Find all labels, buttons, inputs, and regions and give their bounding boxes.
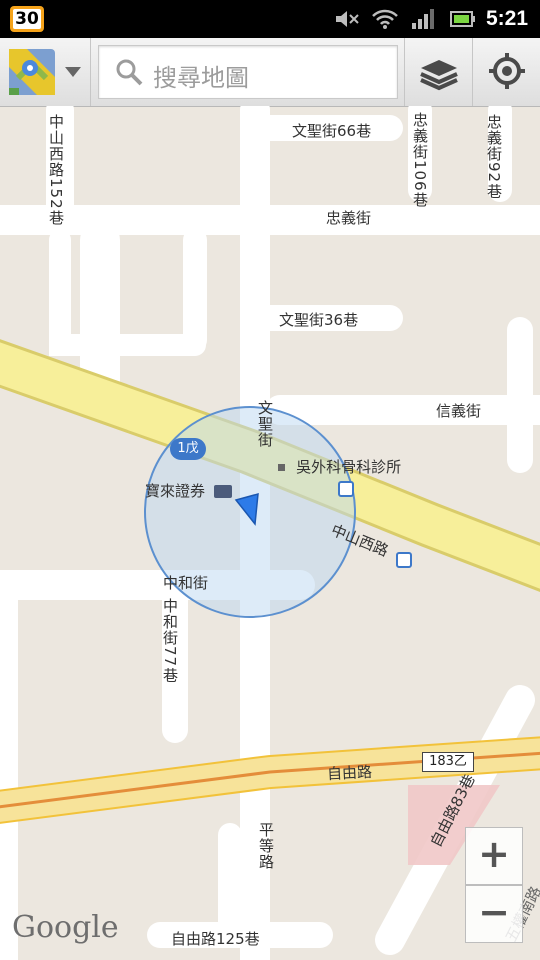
- route-shield: 1戊: [170, 438, 206, 460]
- divider: [90, 38, 91, 106]
- layers-button[interactable]: [405, 38, 472, 106]
- bus-stop-icon[interactable]: [396, 552, 412, 568]
- street-label: 忠義街92巷: [485, 114, 503, 200]
- poi-marker[interactable]: 吳外科骨科診所: [278, 456, 401, 477]
- mute-icon: [336, 11, 359, 27]
- street-label: 中和街: [163, 574, 209, 592]
- bank-icon: [214, 485, 233, 498]
- street-label: 文聖街66巷: [292, 122, 372, 140]
- action-bar: 搜尋地圖: [0, 38, 540, 107]
- wifi-icon: [372, 9, 398, 29]
- status-bar: 30 5:21: [0, 0, 540, 38]
- street-label: 平等路: [257, 822, 275, 870]
- maps-app-button[interactable]: [0, 38, 90, 106]
- layers-icon: [420, 60, 458, 91]
- maps-logo-icon: [9, 49, 55, 95]
- route-shield: 183乙: [422, 752, 474, 772]
- poi-marker[interactable]: 寶來證券: [145, 480, 233, 501]
- street-label: 文聖街: [256, 400, 274, 448]
- search-icon: [116, 59, 143, 86]
- map-view[interactable]: 中山西路152巷 文聖街66巷 忠義街106巷 忠義街92巷 忠義街 文聖街36…: [0, 106, 540, 960]
- street-label: 自由路125巷: [171, 930, 260, 948]
- street-label: 信義街: [436, 402, 482, 420]
- battery-icon: [450, 11, 475, 27]
- street-label: 中和街77巷: [161, 598, 179, 684]
- street-label: 自由路: [326, 762, 373, 784]
- street-label: 中山西路152巷: [47, 114, 65, 226]
- search-placeholder: 搜尋地圖: [153, 64, 249, 92]
- clock: 5:21: [485, 7, 528, 30]
- google-logo: Google: [12, 910, 119, 945]
- signal-icon: [412, 9, 434, 29]
- zoom-out-button[interactable]: −: [465, 885, 523, 943]
- chevron-down-icon: [65, 67, 81, 77]
- my-location-button[interactable]: [473, 38, 540, 106]
- crosshair-icon: [489, 53, 525, 89]
- street-label: 忠義街106巷: [411, 112, 429, 208]
- zoom-in-button[interactable]: +: [465, 827, 523, 885]
- notification-badge: 30: [10, 6, 44, 32]
- street-label: 忠義街: [326, 209, 372, 227]
- search-input[interactable]: 搜尋地圖: [98, 45, 398, 99]
- bus-stop-icon[interactable]: [338, 481, 354, 497]
- street-label: 文聖街36巷: [279, 311, 359, 329]
- poi-dot-icon: [278, 464, 285, 471]
